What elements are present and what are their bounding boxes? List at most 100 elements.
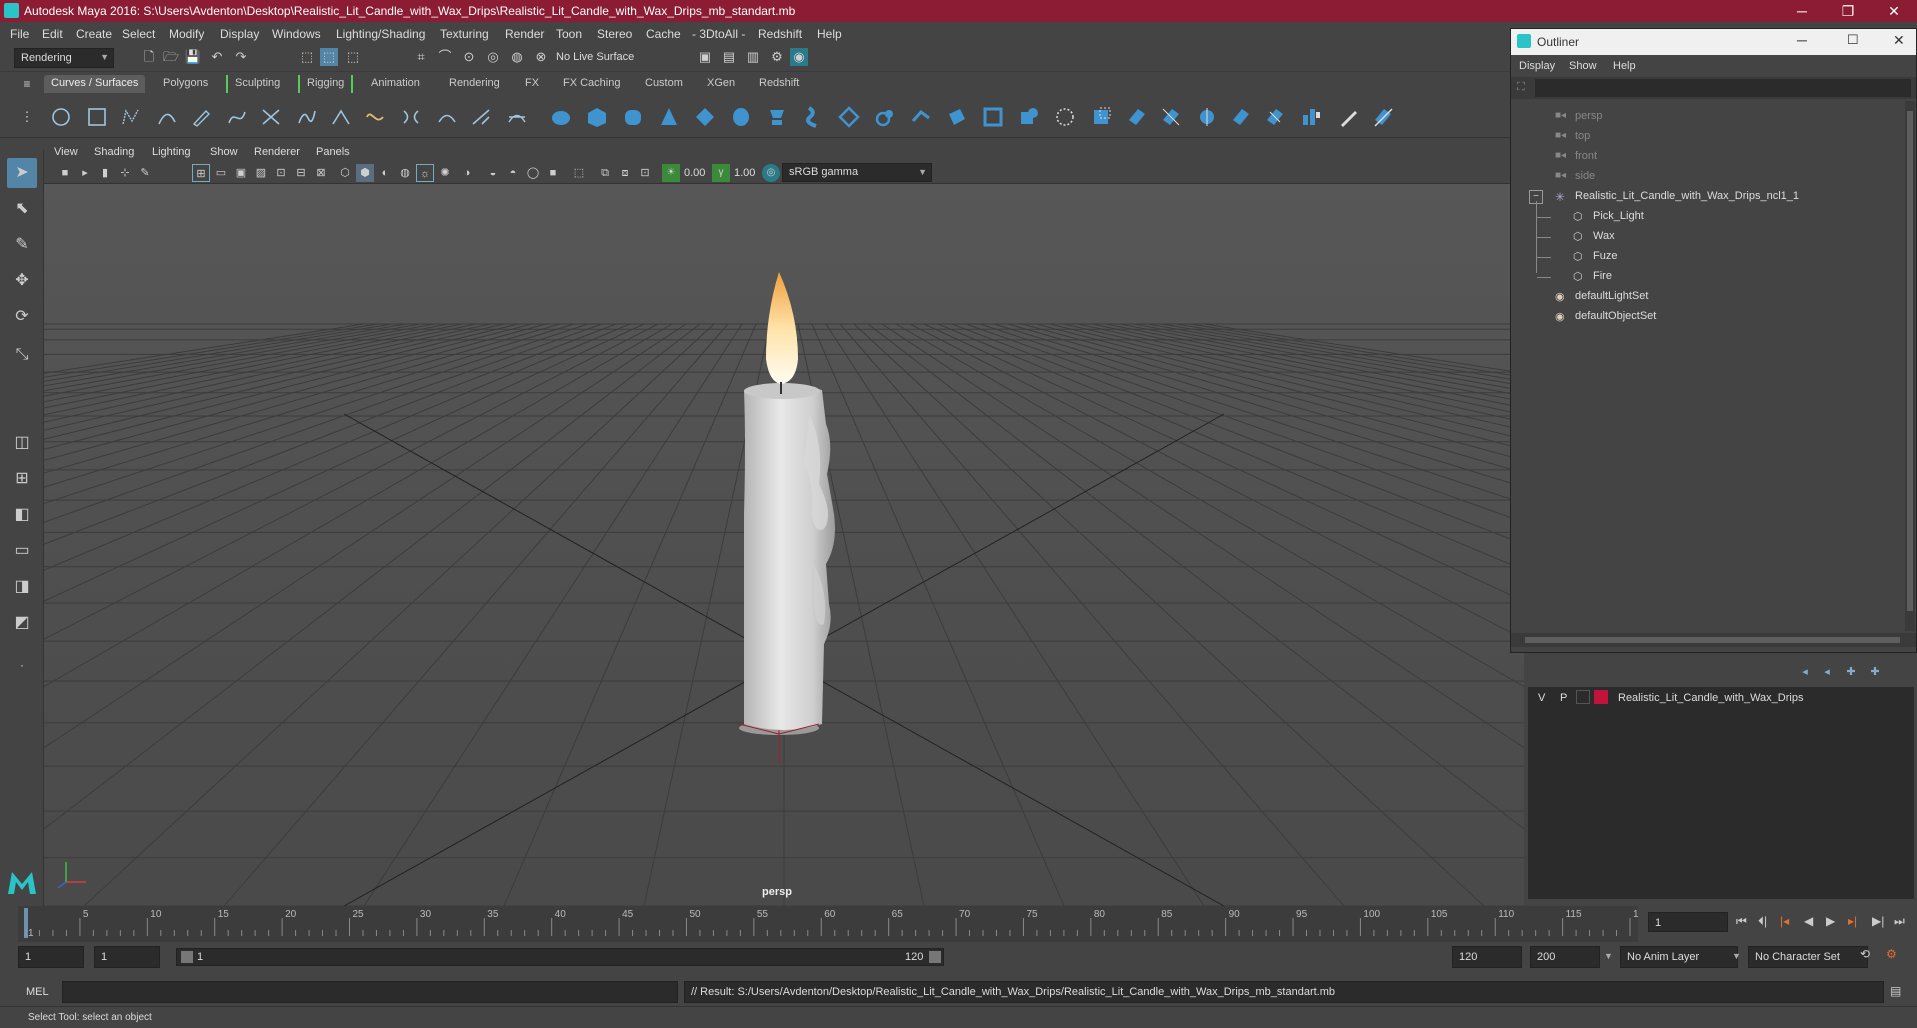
ep-curve-icon[interactable] [156,106,178,128]
exposure-value[interactable]: 0.00 [684,167,705,179]
hypershade-icon[interactable]: ◉ [790,48,808,66]
outliner-item-pick-light[interactable]: ⬡ Pick_Light [1511,207,1916,227]
render-frame-icon[interactable]: ▤ [720,48,738,66]
range-slider[interactable]: 1 120 [176,948,944,966]
command-input[interactable] [62,981,678,1003]
outliner-item-default-object-set[interactable]: ◉ defaultObjectSet [1511,307,1916,327]
new-layer-icon[interactable]: ✚ [1842,663,1860,681]
character-set-dropdown[interactable]: No Character Set [1748,946,1868,968]
animation-start-field[interactable]: 1 [18,946,84,968]
move-tool-icon[interactable]: ✥ [7,266,37,296]
outliner-menu-display[interactable]: Display [1519,60,1555,72]
nurbs-circle-icon[interactable] [50,106,72,128]
xray-icon[interactable]: ◒ [484,164,502,182]
menu-edit[interactable]: Edit [42,27,63,41]
nurbs-torus-icon[interactable] [730,106,752,128]
surface-edit-icon[interactable] [1372,106,1394,128]
single-perspective-layout-icon[interactable]: ◫ [7,428,37,458]
depth-of-field-icon[interactable]: ⧈ [616,164,634,182]
revolve-icon[interactable] [766,106,788,128]
snap-view-plane-icon[interactable]: ◎ [484,48,502,66]
panel-menu-view[interactable]: View [54,146,78,158]
smooth-shade-icon[interactable]: ⬢ [356,164,374,182]
range-end-handle[interactable] [929,951,941,963]
menu-display[interactable]: Display [220,27,259,41]
nurbs-cone-icon[interactable] [658,106,680,128]
panel-menu-shading[interactable]: Shading [94,146,134,158]
shelf-tab-fx-caching[interactable]: FX Caching [556,75,627,93]
layer-visibility-toggle[interactable]: V [1538,692,1545,704]
panel-menu-show[interactable]: Show [210,146,238,158]
nurbs-cube-icon[interactable] [586,106,608,128]
birail-icon[interactable] [910,106,932,128]
playback-end-field[interactable]: 120 [1452,946,1522,968]
outliner-item-top[interactable]: ■◂ top [1511,127,1916,147]
outliner-item-front[interactable]: ■◂ front [1511,147,1916,167]
panel-menu-lighting[interactable]: Lighting [152,146,191,158]
move-layer-up-icon[interactable]: ◂ [1796,663,1814,681]
panel-menu-renderer[interactable]: Renderer [254,146,300,158]
shelf-tab-rigging[interactable]: Rigging [298,75,354,93]
pencil-curve-icon[interactable] [190,106,212,128]
shelf-tab-custom[interactable]: Custom [638,75,690,93]
new-layer-selected-icon[interactable]: ✚ [1866,663,1884,681]
extrude-icon[interactable] [874,106,896,128]
close-icon[interactable]: ✕ [1893,32,1905,49]
persp-graph-layout-icon[interactable]: ▭ [7,536,37,566]
perspective-viewport[interactable]: persp [44,184,1524,906]
outliner-search-input[interactable] [1535,79,1911,97]
gate-mask-icon[interactable]: ▨ [252,164,270,182]
select-hierarchy-icon[interactable]: ⬚ [298,48,316,66]
redo-icon[interactable]: ↷ [232,48,250,66]
menu-select[interactable]: Select [122,27,155,41]
render-settings-icon[interactable]: ⚙ [768,48,786,66]
shelf-options-icon[interactable]: ⋮ [18,108,36,126]
layout-options-icon[interactable]: · [7,650,37,680]
menu-set-dropdown[interactable]: Rendering ▼ [14,48,114,68]
ipr-render-icon[interactable]: ▥ [744,48,762,66]
outliner-menu-help[interactable]: Help [1613,60,1636,72]
outliner-vertical-scrollbar[interactable] [1905,101,1915,631]
layer-row[interactable]: V P Realistic_Lit_Candle_with_Wax_Drips [1528,687,1914,709]
open-scene-icon[interactable]: 🗁 [162,48,180,66]
step-forward-frame-icon[interactable]: ▸| [1848,914,1857,928]
shelf-tab-fx[interactable]: FX [518,75,546,93]
isolate-select-icon[interactable]: ◯ [524,164,542,182]
bevel-plus-icon[interactable] [1018,106,1040,128]
snap-curve-icon[interactable]: ⌒ [436,48,454,66]
boundary-icon[interactable] [946,106,968,128]
safe-action-icon[interactable]: ⊟ [292,164,310,182]
menu-file[interactable]: File [10,27,29,41]
layer-display-type[interactable] [1576,690,1590,704]
outliner-item-persp[interactable]: ■◂ persp [1511,107,1916,127]
shadows-icon[interactable]: ✺ [436,164,454,182]
menu-stereo[interactable]: Stereo [597,27,632,41]
planar-icon[interactable] [838,106,860,128]
shelf-tab-rendering[interactable]: Rendering [442,75,507,93]
multisample-aa-icon[interactable]: ⧉ [596,164,614,182]
layer-name[interactable]: Realistic_Lit_Candle_with_Wax_Drips [1618,692,1803,704]
select-component-icon[interactable]: ⬚ [344,48,362,66]
animation-end-field[interactable]: 200 [1530,946,1600,968]
bookmark-icon[interactable]: ▮ [96,164,114,182]
offset-surface-icon[interactable] [1230,106,1252,128]
move-layer-down-icon[interactable]: ◂ [1818,663,1836,681]
shelf-tab-polygons[interactable]: Polygons [156,75,215,93]
menu-windows[interactable]: Windows [272,27,321,41]
scrollbar-thumb[interactable] [1907,111,1913,611]
save-scene-icon[interactable]: 💾 [184,48,202,66]
scale-tool-icon[interactable]: ⤡ [7,340,37,370]
nurbs-square-icon[interactable] [86,106,108,128]
shelf-tab-xgen[interactable]: XGen [700,75,742,93]
offset-curve-icon[interactable] [506,106,528,128]
curve-intersect-icon[interactable] [260,106,282,128]
close-button[interactable]: ✕ [1872,0,1916,22]
outliner-horizontal-scrollbar[interactable] [1511,633,1916,647]
square-surface-icon[interactable] [982,106,1004,128]
bezier-curve-icon[interactable] [226,106,248,128]
filter-icon[interactable]: ⛶ [1517,81,1525,94]
curve-fillet-icon[interactable] [330,106,352,128]
script-language-label[interactable]: MEL [26,986,49,998]
undo-icon[interactable]: ↶ [208,48,226,66]
menu-render[interactable]: Render [505,27,544,41]
